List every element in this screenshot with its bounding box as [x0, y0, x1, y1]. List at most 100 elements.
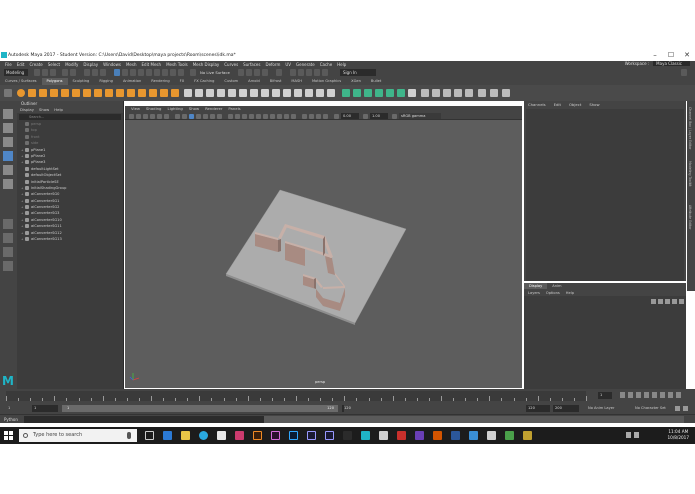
- connect-icon[interactable]: [397, 89, 405, 97]
- exposure-field[interactable]: 0.00: [341, 113, 359, 119]
- snap-curve-icon[interactable]: [246, 69, 252, 76]
- green-app-icon[interactable]: [505, 431, 514, 440]
- maya-taskbar-icon[interactable]: [361, 431, 370, 440]
- menu-file[interactable]: File: [5, 62, 12, 67]
- layer-options-icon[interactable]: [679, 299, 684, 304]
- snap-view-plane-icon[interactable]: [262, 69, 268, 76]
- channel-menu-show[interactable]: Show: [589, 101, 599, 108]
- system-clock[interactable]: 11:04 AM 10/8/2017: [668, 429, 689, 440]
- auto-key-icon[interactable]: [675, 406, 680, 411]
- shelf-tab-polygons[interactable]: Polygons: [41, 78, 68, 85]
- step-forward-key-icon[interactable]: [668, 392, 673, 398]
- microphone-icon[interactable]: [127, 432, 131, 439]
- redo-icon[interactable]: [70, 69, 76, 76]
- close-icon[interactable]: ✕: [679, 50, 695, 61]
- maximize-icon[interactable]: ☐: [663, 50, 679, 61]
- poly-cube-icon[interactable]: [28, 89, 36, 97]
- film-gate-icon[interactable]: [182, 113, 187, 119]
- safe-action-icon[interactable]: [210, 113, 215, 119]
- platonic-solid-icon[interactable]: [94, 89, 102, 97]
- uv-editor-icon[interactable]: [408, 89, 416, 97]
- bookmark-icon[interactable]: [143, 113, 148, 119]
- select-misc-icon[interactable]: [178, 69, 184, 76]
- animation-start-field[interactable]: 1: [8, 405, 10, 412]
- perspective-viewport[interactable]: persp: [125, 120, 522, 388]
- select-object-icon[interactable]: [92, 69, 98, 76]
- outliner-menu-display[interactable]: Display: [20, 107, 34, 113]
- shelf-tab-fx[interactable]: FX: [175, 78, 190, 85]
- sphere-type-icon[interactable]: [184, 89, 192, 97]
- wireframe-on-shaded-icon[interactable]: [242, 113, 247, 119]
- boolean-difference-icon[interactable]: [239, 89, 247, 97]
- layout-uv-icon[interactable]: [490, 89, 498, 97]
- photoshop-icon[interactable]: [289, 431, 298, 440]
- render-current-frame-icon[interactable]: [298, 69, 304, 76]
- automatic-mapping-icon[interactable]: [454, 89, 462, 97]
- new-empty-layer-icon[interactable]: [665, 299, 670, 304]
- planar-mapping-icon[interactable]: [421, 89, 429, 97]
- depth-of-field-icon[interactable]: [291, 113, 296, 119]
- select-by-type-icon[interactable]: [114, 69, 120, 76]
- poly-pipe-icon[interactable]: [127, 89, 135, 97]
- target-weld-icon[interactable]: [386, 89, 394, 97]
- bevel-icon[interactable]: [294, 89, 302, 97]
- shelf-tab-rigging[interactable]: Rigging: [94, 78, 118, 85]
- side-tab-attribute-editor[interactable]: Attribute Editor: [688, 205, 692, 230]
- playback-start-field[interactable]: 1: [32, 405, 58, 412]
- go-to-start-icon[interactable]: [620, 392, 625, 398]
- channel-menu-object[interactable]: Object: [569, 101, 581, 108]
- shelf-settings-icon[interactable]: [4, 89, 12, 97]
- toggle-sidebar-icon[interactable]: [681, 69, 687, 76]
- boolean-union-icon[interactable]: [228, 89, 236, 97]
- spherical-mapping-icon[interactable]: [443, 89, 451, 97]
- windows-start-icon[interactable]: [4, 431, 13, 440]
- move-tool-icon[interactable]: [3, 151, 13, 161]
- xray-components-icon[interactable]: [323, 113, 328, 119]
- move-layer-up-icon[interactable]: [651, 299, 656, 304]
- menu-windows[interactable]: Windows: [103, 62, 121, 67]
- select-hierarchy-icon[interactable]: [84, 69, 90, 76]
- menu-deform[interactable]: Deform: [265, 62, 280, 67]
- menu-display[interactable]: Display: [83, 62, 98, 67]
- poly-soccer-ball-icon[interactable]: [160, 89, 168, 97]
- multi-cut-icon[interactable]: [342, 89, 350, 97]
- mirror-icon[interactable]: [261, 89, 269, 97]
- menu-generate[interactable]: Generate: [296, 62, 315, 67]
- camera-attributes-icon[interactable]: [136, 113, 141, 119]
- command-language-label[interactable]: Python: [4, 415, 18, 424]
- poly-plane-icon[interactable]: [72, 89, 80, 97]
- step-back-frame-icon[interactable]: [636, 392, 641, 398]
- channel-menu-edit[interactable]: Edit: [554, 101, 561, 108]
- select-curves-icon[interactable]: [138, 69, 144, 76]
- merge-icon[interactable]: [327, 89, 335, 97]
- open-scene-icon[interactable]: [42, 69, 48, 76]
- view-transform-dropdown[interactable]: sRGB gamma: [399, 113, 441, 119]
- character-set-dropdown[interactable]: No Character Set: [635, 405, 666, 412]
- unfold-icon[interactable]: [478, 89, 486, 97]
- smooth-shade-icon[interactable]: [235, 113, 240, 119]
- poly-sphere-icon[interactable]: [17, 89, 25, 97]
- undo-icon[interactable]: [62, 69, 68, 76]
- menu-mesh-tools[interactable]: Mesh Tools: [166, 62, 188, 67]
- color-management-icon[interactable]: [392, 113, 397, 119]
- visual-studio-icon[interactable]: [415, 431, 424, 440]
- select-tool-icon[interactable]: [3, 109, 13, 119]
- use-all-lights-icon[interactable]: [256, 113, 261, 119]
- shelf-tab-custom[interactable]: Custom: [219, 78, 243, 85]
- four-view-layout-icon[interactable]: [3, 233, 13, 243]
- wireframe-icon[interactable]: [228, 113, 233, 119]
- menu-curves[interactable]: Curves: [224, 62, 238, 67]
- volume-icon[interactable]: [634, 432, 639, 438]
- menu-help[interactable]: Help: [337, 62, 346, 67]
- save-scene-icon[interactable]: [50, 69, 56, 76]
- poly-gear-icon[interactable]: [149, 89, 157, 97]
- menu-create[interactable]: Create: [29, 62, 42, 67]
- lightroom-icon[interactable]: [307, 431, 316, 440]
- menu-modify[interactable]: Modify: [65, 62, 78, 67]
- max-end-field[interactable]: 200: [553, 405, 579, 412]
- outliner-search-input[interactable]: Search...: [19, 114, 121, 120]
- animation-preferences-icon[interactable]: [683, 406, 688, 411]
- play-forwards-icon[interactable]: [652, 392, 657, 398]
- premiere-icon[interactable]: [271, 431, 280, 440]
- shelf-tab-fx-caching[interactable]: FX Caching: [189, 78, 219, 85]
